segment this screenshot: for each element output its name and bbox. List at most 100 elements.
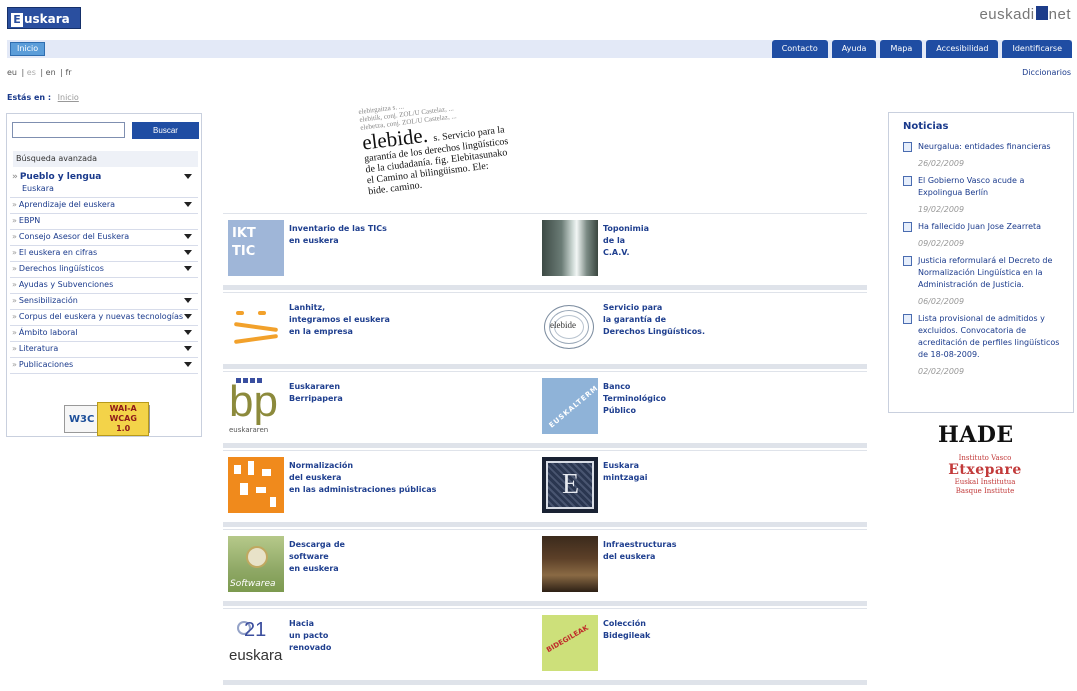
lang-eu[interactable]: eu	[7, 68, 17, 77]
nav-accessibility[interactable]: Accesibilidad	[926, 40, 999, 58]
tile-infraestructuras[interactable]: Infraestructuras del euskera	[542, 536, 857, 598]
news-text[interactable]: Lista provisional de admitidos y excluid…	[918, 314, 1059, 359]
etxepare-name: Etxepare	[948, 462, 1022, 478]
sidebar-item-consejo-asesor[interactable]: » Consejo Asesor del Euskera	[10, 230, 198, 246]
news-item[interactable]: El Gobierno Vasco acude a Expolingua Ber…	[903, 175, 1065, 199]
sidebar-item-ebpn[interactable]: » EBPN	[10, 214, 198, 230]
tile-link[interactable]: Descarga de software en euskera	[289, 539, 489, 575]
waterfall-thumbnail[interactable]	[542, 220, 598, 276]
tile-pacto[interactable]: 21 euskara Hacia un pacto renovado	[228, 615, 543, 677]
tile-link[interactable]: Colección Bidegileak	[603, 618, 803, 642]
tile-lanhitz[interactable]: Lanhitz, integramos el euskera en la emp…	[228, 299, 543, 361]
expand-arrow-icon[interactable]	[184, 298, 192, 303]
expand-arrow-icon[interactable]	[184, 174, 192, 179]
expand-arrow-icon[interactable]	[184, 250, 192, 255]
sidebar-item-label: Ámbito laboral	[18, 328, 78, 337]
elebide-thumbnail[interactable]: elebide	[542, 299, 598, 355]
tile-toponimia[interactable]: Toponimia de la C.A.V.	[542, 220, 857, 282]
bidegileak-thumbnail[interactable]: BIDEGILEAK	[542, 615, 598, 671]
tile-berripapera[interactable]: bp euskararen Euskararen Berripapera	[228, 378, 543, 440]
tile-link[interactable]: Normalización del euskera en las adminis…	[289, 460, 489, 496]
sidebar-item-literatura[interactable]: » Literatura	[10, 342, 198, 358]
dictionaries-link[interactable]: Diccionarios	[1022, 68, 1071, 77]
tile-link[interactable]: Euskara mintzagai	[603, 460, 803, 484]
bp-letters: bp	[229, 378, 278, 426]
etxepare-logo[interactable]: Instituto Vasco Etxepare Euskal Institut…	[937, 454, 1033, 496]
expand-arrow-icon[interactable]	[184, 314, 192, 319]
tile-link[interactable]: Euskararen Berripapera	[289, 381, 489, 405]
wai-a-badge[interactable]: W3C WAI-A WCAG 1.0	[64, 402, 150, 436]
tile-normalizacion[interactable]: Normalización del euskera en las adminis…	[228, 457, 543, 519]
breadcrumb-label: Estás en :	[7, 93, 52, 102]
news-text[interactable]: Neurgalua: entidades financieras	[918, 142, 1051, 151]
nav-contact[interactable]: Contacto	[771, 40, 828, 58]
sidebar-item-sensibilizacion[interactable]: » Sensibilización	[10, 294, 198, 310]
tile-link[interactable]: Servicio para la garantía de Derechos Li…	[603, 302, 803, 338]
tile-mintzagai[interactable]: E Euskara mintzagai	[542, 457, 857, 519]
sidebar-item-sub[interactable]: Euskara	[12, 183, 184, 195]
mintzagai-thumbnail[interactable]: E	[542, 457, 598, 513]
roots-thumbnail[interactable]	[542, 536, 598, 592]
nav-map[interactable]: Mapa	[880, 40, 923, 58]
tile-link[interactable]: Hacia un pacto renovado	[289, 618, 489, 654]
tile-link[interactable]: Lanhitz, integramos el euskera en la emp…	[289, 302, 489, 338]
sidebar-item-corpus[interactable]: » Corpus del euskera y nuevas tecnologías	[10, 310, 198, 326]
expand-arrow-icon[interactable]	[184, 266, 192, 271]
tile-bidegileak[interactable]: BIDEGILEAK Colección Bidegileak	[542, 615, 857, 677]
expand-arrow-icon[interactable]	[184, 202, 192, 207]
sidebar-item-aprendizaje[interactable]: » Aprendizaje del euskera	[10, 198, 198, 214]
sidebar-item-label: Pueblo y lengua	[19, 172, 102, 182]
sidebar-menu: » Pueblo y lengua Euskara » Aprendizaje del…	[10, 170, 198, 374]
sidebar-item-pueblo-lengua[interactable]: » Pueblo y lengua Euskara	[10, 170, 198, 198]
search-input[interactable]	[12, 122, 125, 138]
tile-link[interactable]: Toponimia de la C.A.V.	[603, 223, 803, 259]
news-text[interactable]: Justicia reformulará el Decreto de Norma…	[918, 256, 1052, 289]
lanhitz-thumbnail[interactable]	[228, 299, 284, 355]
sidebar-item-cifras[interactable]: » El euskera en cifras	[10, 246, 198, 262]
tile-tic-inventory[interactable]: IKT TIC Inventario de las TICs en eusker…	[228, 220, 543, 282]
sidebar-item-label: Sensibilización	[18, 296, 78, 305]
news-text[interactable]: El Gobierno Vasco acude a Expolingua Ber…	[918, 176, 1024, 197]
nav-login[interactable]: Identificarse	[1002, 40, 1072, 58]
etxepare-line: Instituto Vasco	[958, 454, 1012, 462]
tile-link[interactable]: Banco Terminológico Público	[603, 381, 803, 417]
home-tab[interactable]: Inicio	[10, 42, 46, 56]
elebide-banner[interactable]: elebirgaitza s. ... elebitik, conj. ZOL/…	[358, 81, 589, 197]
news-item[interactable]: Neurgalua: entidades financieras	[903, 141, 1065, 153]
tile-link[interactable]: Infraestructuras del euskera	[603, 539, 803, 563]
expand-arrow-icon[interactable]	[184, 346, 192, 351]
news-text[interactable]: Ha fallecido Juan Jose Zearreta	[918, 222, 1041, 231]
tile-elebide-service[interactable]: elebide Servicio para la garantía de Der…	[542, 299, 857, 361]
sidebar-item-ayudas[interactable]: » Ayudas y Subvenciones	[10, 278, 198, 294]
expand-arrow-icon[interactable]	[184, 362, 192, 367]
hade-logo[interactable]: HADE	[938, 422, 1014, 448]
normalizacion-thumbnail[interactable]	[228, 457, 284, 513]
sidebar-item-derechos[interactable]: » Derechos lingüísticos	[10, 262, 198, 278]
tile-link[interactable]: Inventario de las TICs en euskera	[289, 223, 489, 247]
sidebar-item-publicaciones[interactable]: » Publicaciones	[10, 358, 198, 374]
ikt-thumbnail[interactable]: IKT TIC	[228, 220, 284, 276]
tile-terminology-bank[interactable]: EUSKALTERM Banco Terminológico Público	[542, 378, 857, 440]
expand-arrow-icon[interactable]	[184, 234, 192, 239]
berripapera-thumbnail[interactable]: bp euskararen	[228, 378, 284, 434]
software-thumbnail[interactable]: Softwarea	[228, 536, 284, 592]
euskara21-thumbnail[interactable]: 21 euskara	[228, 615, 284, 671]
euskadinet-logo[interactable]: euskadi net	[979, 6, 1071, 23]
euskalterm-thumbnail[interactable]: EUSKALTERM	[542, 378, 598, 434]
tile-software[interactable]: Softwarea Descarga de software en eusker…	[228, 536, 543, 598]
breadcrumb-home[interactable]: Inicio	[58, 93, 79, 102]
news-item[interactable]: Lista provisional de admitidos y excluid…	[903, 313, 1065, 361]
lang-en[interactable]: en	[46, 68, 56, 77]
search-button[interactable]: Buscar	[132, 122, 199, 139]
euskara-logo[interactable]: Euskara	[7, 7, 81, 29]
ikt-text: IKT	[232, 226, 256, 241]
nav-help[interactable]: Ayuda	[831, 40, 877, 58]
lang-es[interactable]: es	[27, 68, 36, 77]
sidebar-item-ambito-laboral[interactable]: » Ámbito laboral	[10, 326, 198, 342]
lang-fr[interactable]: fr	[65, 68, 71, 77]
expand-arrow-icon[interactable]	[184, 330, 192, 335]
news-title: Noticias	[903, 121, 949, 132]
advanced-search-link[interactable]: Búsqueda avanzada	[13, 151, 198, 167]
news-item[interactable]: Justicia reformulará el Decreto de Norma…	[903, 255, 1065, 291]
news-item[interactable]: Ha fallecido Juan Jose Zearreta	[903, 221, 1065, 233]
